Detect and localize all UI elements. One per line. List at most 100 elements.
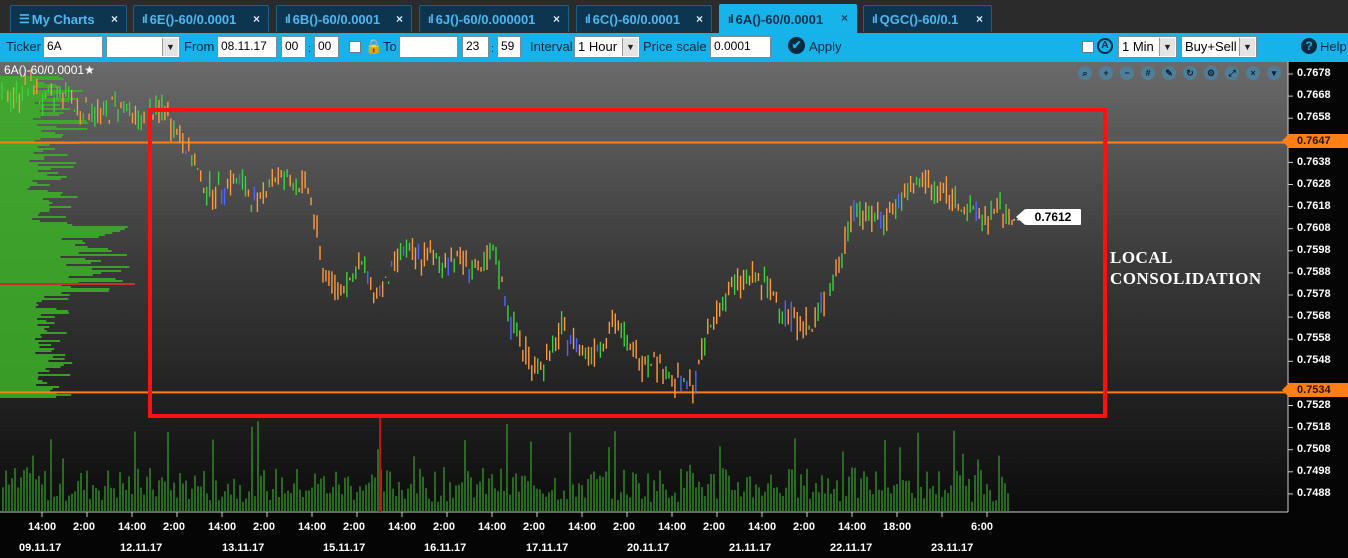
volume-profile-bar — [0, 362, 73, 364]
refresh-icon[interactable]: ↻ — [1183, 66, 1197, 80]
to-hour-input[interactable]: 23 — [462, 36, 489, 58]
close-icon[interactable]: × — [976, 12, 983, 26]
volume-bar — [953, 430, 955, 512]
tab-my-charts[interactable]: ☰ My Charts × — [10, 5, 127, 32]
from-hour-input[interactable]: 00 — [281, 36, 306, 58]
grid-icon[interactable]: # — [1141, 66, 1155, 80]
volume-bar — [800, 474, 802, 512]
volume-profile-bar — [0, 268, 92, 270]
volume-bar — [836, 480, 838, 512]
volume-bar — [287, 490, 289, 512]
volume-bar — [767, 483, 769, 512]
volume-profile-bar — [0, 310, 69, 312]
timeframe-select[interactable]: 1 Min ▼ — [1118, 36, 1177, 58]
help-icon[interactable]: ? — [1301, 38, 1317, 54]
lock-icon[interactable]: 🔒 — [365, 38, 382, 55]
tab-6a[interactable]: ıl 6A()-60/0.0001 × — [719, 4, 857, 33]
volume-profile-bar — [0, 166, 74, 168]
volume-bar — [941, 497, 943, 512]
volume-bar — [719, 446, 721, 512]
interval-select[interactable]: 1 Hour ▼ — [574, 36, 640, 58]
volume-bar — [674, 492, 676, 512]
volume-bar — [227, 483, 229, 512]
help-link[interactable]: Help — [1320, 39, 1347, 54]
volume-profile-bar — [0, 394, 72, 396]
volume-bar — [701, 486, 703, 512]
volume-bar — [71, 493, 73, 512]
volume-profile-bar — [0, 256, 61, 258]
to-date-input[interactable] — [399, 36, 458, 58]
from-minute-input[interactable]: 00 — [314, 36, 339, 58]
volume-bar — [653, 480, 655, 512]
volume-bar — [233, 478, 235, 512]
volume-bar — [677, 501, 679, 512]
volume-bar — [584, 497, 586, 512]
tab-qgc[interactable]: ıl QGC()-60/0.1 × — [863, 5, 992, 32]
zoom-in-icon[interactable]: + — [1099, 66, 1113, 80]
close-icon[interactable]: × — [1246, 66, 1260, 80]
zoom-out-icon[interactable]: − — [1120, 66, 1134, 80]
from-date-input[interactable]: 08.11.17 — [217, 36, 277, 58]
volume-bar — [203, 470, 205, 512]
close-icon[interactable]: × — [841, 11, 848, 25]
to-label: To — [383, 39, 397, 54]
volume-bar — [968, 478, 970, 512]
volume-bar — [860, 478, 862, 512]
check-icon[interactable]: ✔ — [788, 37, 805, 54]
annotation-line: LOCAL — [1110, 248, 1173, 267]
volume-bar — [299, 489, 301, 512]
settings-icon[interactable]: ⚙ — [1204, 66, 1218, 80]
close-icon[interactable]: × — [111, 12, 118, 26]
zoom-fit-icon[interactable]: ⌕ — [1078, 66, 1092, 80]
x-date-label: 23.11.17 — [931, 542, 974, 554]
to-enable-checkbox[interactable] — [349, 41, 361, 53]
pen-icon[interactable]: ✎ — [1162, 66, 1176, 80]
close-icon[interactable]: × — [253, 12, 260, 26]
tab-6c[interactable]: ıl 6C()-60/0.0001 × — [576, 5, 712, 32]
ticker-input[interactable]: 6A — [43, 36, 103, 58]
volume-bar — [320, 478, 322, 512]
volume-bar — [461, 482, 463, 512]
close-icon[interactable]: × — [696, 12, 703, 26]
volume-bar — [386, 470, 388, 512]
volume-bar — [326, 493, 328, 512]
tab-6e[interactable]: ıl 6E()-60/0.0001 × — [133, 5, 269, 32]
side-value: Buy+Sell — [1185, 39, 1237, 54]
option-checkbox[interactable] — [1082, 41, 1094, 53]
x-time-label: 14:00 — [568, 521, 597, 533]
volume-bar — [11, 478, 13, 512]
volume-profile-bar — [0, 342, 39, 344]
volume-bar — [872, 494, 874, 512]
x-time-label: 2:00 — [793, 521, 816, 533]
chevron-down-icon[interactable]: ▾ — [1267, 66, 1281, 80]
auto-icon[interactable]: A — [1097, 38, 1113, 54]
ticker-dropdown[interactable]: ▼ — [106, 36, 180, 58]
volume-profile-bar — [0, 190, 48, 192]
tab-6j[interactable]: ıl 6J()-60/0.000001 × — [419, 5, 569, 32]
to-minute-input[interactable]: 59 — [497, 36, 521, 58]
volume-bar — [323, 476, 325, 512]
star-icon[interactable]: ★ — [84, 63, 95, 77]
tab-label: My Charts — [31, 11, 95, 27]
volume-profile-bar — [0, 248, 109, 250]
volume-profile-bar — [0, 306, 36, 308]
volume-profile-bar — [0, 164, 39, 166]
volume-bar — [569, 432, 571, 512]
price-chart[interactable] — [0, 62, 1348, 558]
expand-icon[interactable]: ⤢ — [1225, 66, 1239, 80]
volume-profile-bar — [0, 352, 36, 354]
tab-6b[interactable]: ıl 6B()-60/0.0001 × — [276, 5, 412, 32]
volume-profile-bar — [0, 212, 40, 214]
timeframe-value: 1 Min — [1122, 39, 1154, 54]
volume-profile-bar — [0, 322, 55, 324]
apply-button[interactable]: Apply — [809, 39, 842, 54]
volume-bar — [884, 440, 886, 512]
side-select[interactable]: Buy+Sell ▼ — [1181, 36, 1257, 58]
volume-profile-bar — [0, 244, 76, 246]
price-scale-input[interactable]: 0.0001 — [710, 36, 771, 58]
chart-area[interactable]: 6A()-60/0.0001★ ⌕ + − # ✎ ↻ ⚙ ⤢ × ▾ LOCA… — [0, 62, 1348, 558]
volume-bar — [488, 478, 490, 512]
close-icon[interactable]: × — [553, 12, 560, 26]
close-icon[interactable]: × — [396, 12, 403, 26]
volume-bar — [743, 491, 745, 512]
